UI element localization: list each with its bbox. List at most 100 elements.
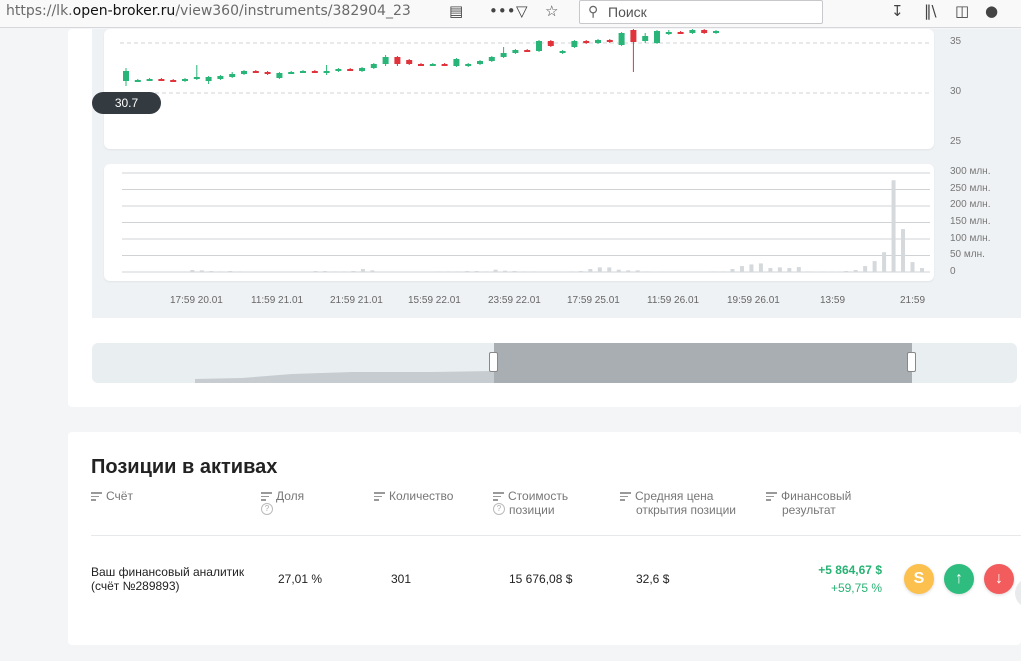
candle-body <box>205 77 212 81</box>
row-account-name[interactable]: Ваш финансовый аналитик <box>91 565 244 579</box>
volume-bar <box>796 267 801 272</box>
pocket-icon[interactable]: ▽ <box>516 2 528 20</box>
candle-body <box>583 41 590 43</box>
volume-bar <box>730 269 735 272</box>
dividend-button[interactable]: S <box>904 564 934 594</box>
candle-body <box>559 51 566 53</box>
volume-bar <box>360 269 365 272</box>
search-input[interactable] <box>608 4 808 20</box>
help-icon[interactable]: ? <box>493 503 505 515</box>
column-quantity[interactable]: Количество <box>374 489 453 503</box>
candle-body <box>182 79 188 81</box>
library-icon[interactable]: ‖\ <box>924 2 937 20</box>
column-avg-price[interactable]: Средняя цена <box>620 489 713 503</box>
column-share[interactable]: Доля <box>261 489 304 503</box>
volume-tick-label: 0 <box>950 266 956 277</box>
candle-body <box>288 72 295 74</box>
time-tick-label: 21:59 <box>900 295 926 306</box>
volume-bar <box>446 271 451 272</box>
browser-search-box[interactable]: ⚲ <box>579 0 823 24</box>
column-account[interactable]: Счёт <box>91 489 133 503</box>
row-share: 27,01 % <box>278 572 323 586</box>
navigator-window[interactable] <box>494 343 912 383</box>
candle-body <box>170 80 177 82</box>
candle-body <box>500 53 507 57</box>
volume-bar <box>863 266 868 272</box>
candle-body <box>701 30 708 33</box>
candle-body <box>359 68 365 71</box>
candle-body <box>406 60 413 64</box>
volume-bar <box>872 261 877 272</box>
candle-body <box>347 69 354 71</box>
url-prefix: https://lk. <box>6 3 73 19</box>
row-quantity: 301 <box>391 572 412 586</box>
volume-bar <box>711 271 716 272</box>
volume-bar <box>777 267 782 272</box>
volume-bar <box>455 271 460 272</box>
volume-bar <box>228 271 233 272</box>
positions-title: Позиции в активах <box>91 456 278 478</box>
candle-body <box>311 71 318 73</box>
volume-tick-label: 250 млн. <box>950 183 991 194</box>
bookmark-star-icon[interactable]: ☆ <box>545 2 558 20</box>
volume-bar <box>920 268 924 272</box>
download-icon[interactable]: ↧ <box>891 2 904 20</box>
buy-button[interactable]: ↑ <box>944 564 974 594</box>
volume-bar <box>901 229 906 272</box>
candle-body <box>241 71 247 74</box>
volume-bar <box>597 267 602 272</box>
candle-body <box>618 33 625 45</box>
candle-body <box>665 32 672 34</box>
column-result[interactable]: Финансовый <box>766 489 851 503</box>
candle-body <box>123 71 129 81</box>
address-bar[interactable]: https://lk.open-broker.ru/view360/instru… <box>6 3 411 19</box>
navigator-right-handle[interactable] <box>907 352 916 372</box>
sort-icon <box>261 492 272 503</box>
volume-bar <box>237 271 242 272</box>
row-result-percent: +59,75 % <box>830 581 882 595</box>
volume-bar <box>844 271 849 272</box>
time-tick-label: 23:59 22.01 <box>488 295 541 306</box>
volume-bar <box>512 271 517 272</box>
candle-body <box>418 64 424 66</box>
volume-bar <box>891 180 896 272</box>
candle-body <box>524 50 531 52</box>
volume-bar <box>635 270 640 272</box>
volume-bar <box>465 271 470 272</box>
navigator-left-handle[interactable] <box>489 352 498 372</box>
time-tick-label: 19:59 26.01 <box>727 295 780 306</box>
reader-view-icon[interactable]: ▤ <box>449 2 463 20</box>
candle-body <box>335 69 342 71</box>
volume-bar <box>607 267 612 272</box>
volume-bar <box>313 271 318 272</box>
volume-bar <box>199 270 204 272</box>
volume-tick-label: 300 млн. <box>950 166 991 177</box>
sell-button[interactable]: ↓ <box>984 564 1014 594</box>
volume-bar <box>503 270 508 272</box>
volume-bar <box>493 269 498 272</box>
volume-bar <box>351 271 356 272</box>
volume-bar <box>882 252 887 272</box>
candle-body <box>642 36 649 41</box>
volume-bar <box>531 271 536 272</box>
column-value-line2: позиции <box>509 503 555 517</box>
extension-icon[interactable]: ● <box>985 2 998 20</box>
price-chart[interactable] <box>104 29 934 149</box>
candle-body <box>677 32 684 34</box>
table-divider <box>91 535 1021 536</box>
sidebar-icon[interactable]: ◫ <box>955 2 969 20</box>
volume-bar <box>332 271 337 272</box>
volume-chart[interactable] <box>104 164 934 281</box>
time-tick-label: 11:59 26.01 <box>647 295 700 306</box>
price-tick-label: 30 <box>950 86 962 97</box>
help-icon[interactable]: ? <box>261 503 273 515</box>
candle-body <box>382 57 389 64</box>
candle-body <box>547 41 554 46</box>
more-actions-icon[interactable]: ••• <box>489 2 516 20</box>
row-value: 15 676,08 $ <box>509 572 573 586</box>
time-tick-label: 17:59 25.01 <box>567 295 620 306</box>
column-value[interactable]: Стоимость <box>493 489 568 503</box>
candle-body <box>595 40 601 43</box>
chart-navigator[interactable] <box>92 343 1017 383</box>
candle-body <box>193 77 200 79</box>
